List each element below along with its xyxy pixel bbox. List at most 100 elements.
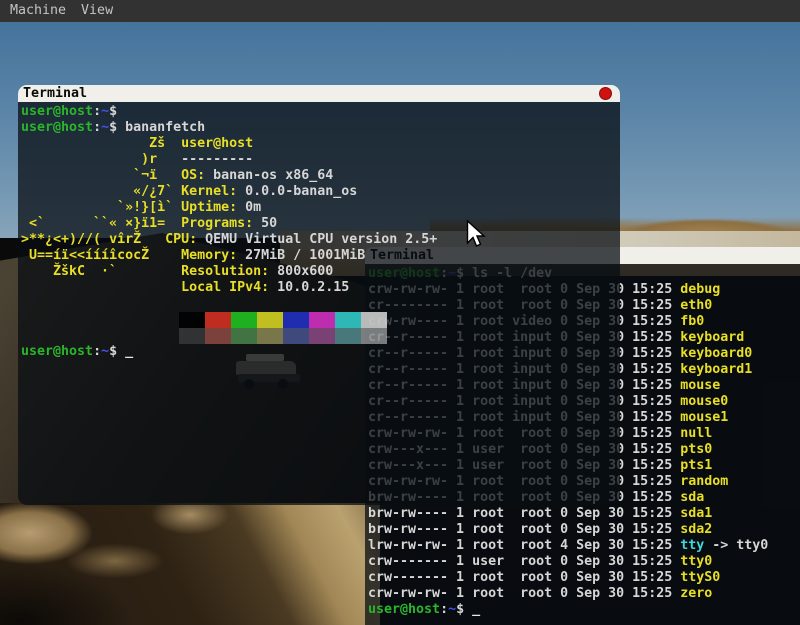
- terminal-text-segment: pts0: [680, 442, 712, 457]
- terminal-text-segment: sda: [680, 490, 704, 505]
- terminal-text-segment: :: [93, 120, 101, 135]
- terminal-line: `»!}[ì` Uptime: 0m: [21, 200, 620, 216]
- terminal-line: brw-rw---- 1 root root 0 Sep 30 15:25 sd…: [368, 522, 800, 538]
- terminal-text-segment: tty0: [680, 554, 712, 569]
- terminal-text-segment: ~: [101, 120, 109, 135]
- terminal-text-segment: Resolution:: [181, 264, 269, 279]
- terminal-text-segment: CPU:: [165, 232, 197, 247]
- terminal-text-segment: 50: [253, 216, 277, 231]
- terminal-line: user@host:~$ bananfetch: [21, 120, 620, 136]
- terminal-text-segment: ttyS0: [680, 570, 720, 585]
- text-cursor: _: [125, 344, 133, 359]
- terminal-line: [21, 296, 620, 312]
- terminal-text-segment: 800x600: [269, 264, 333, 279]
- terminal-line: lrw-rw-rw- 1 root root 4 Sep 30 15:25 tt…: [368, 538, 800, 554]
- palette-swatch: [283, 312, 309, 328]
- palette-swatch: [205, 328, 231, 344]
- terminal-text-segment: Zš user@host: [21, 136, 253, 151]
- terminal-window-1: Terminal user@host:~$user@host:~$ bananf…: [18, 85, 620, 505]
- menubar: Machine View: [0, 0, 800, 22]
- palette-swatch: [257, 312, 283, 328]
- palette-swatch: [231, 312, 257, 328]
- palette-swatch: [283, 328, 309, 344]
- menu-item-machine[interactable]: Machine: [10, 0, 66, 22]
- palette-swatch: [309, 312, 335, 328]
- palette-swatch: [231, 328, 257, 344]
- terminal-text-segment: debug: [680, 282, 720, 297]
- terminal-line: )r ---------: [21, 152, 620, 168]
- background-rocky-slope: [0, 503, 380, 625]
- palette-swatch: [179, 312, 205, 328]
- terminal-text-segment: brw-rw---- 1 root root 0 Sep 30 15:25: [368, 506, 680, 521]
- terminal-line: «/¿7` Kernel: 0.0.0-banan_os: [21, 184, 620, 200]
- terminal-content[interactable]: user@host:~$user@host:~$ bananfetch Zš u…: [18, 102, 620, 505]
- close-button[interactable]: [599, 87, 612, 100]
- terminal-text-segment: user@host: [21, 104, 93, 119]
- terminal-line: U==íï<<íííîcocŽ Memory: 27MiB / 1001MiB: [21, 248, 620, 264]
- terminal-text-segment: eth0: [680, 298, 712, 313]
- terminal-text-segment: Kernel:: [181, 184, 237, 199]
- terminal-text-segment: tty: [680, 538, 704, 553]
- terminal-text-segment: ---------: [157, 152, 253, 167]
- terminal-text-segment: `»!}[ì`: [21, 200, 181, 215]
- desktop: Machine View Terminal user@host:~$ ls -l…: [0, 0, 800, 625]
- terminal-text-segment: ~: [101, 104, 109, 119]
- terminal-text-segment: <` ``« ×}ï1=: [21, 216, 181, 231]
- terminal-text-segment: $: [109, 104, 117, 119]
- terminal-text-segment: mouse1: [680, 410, 728, 425]
- terminal-text-segment: Programs:: [181, 216, 253, 231]
- terminal-text-segment: QEMU Virtual CPU version 2.5+: [197, 232, 437, 247]
- terminal-text-segment: :: [93, 104, 101, 119]
- terminal-line: ŽškC ·` Resolution: 800x600: [21, 264, 620, 280]
- palette-swatch: [361, 312, 387, 328]
- terminal-line: <` ``« ×}ï1= Programs: 50: [21, 216, 620, 232]
- terminal-line: Zš user@host: [21, 136, 620, 152]
- terminal-text-segment: sda1: [680, 506, 712, 521]
- terminal-text-segment: ŽškC ·`: [21, 264, 181, 279]
- window-title: Terminal: [18, 85, 620, 102]
- terminal-text-segment: $: [456, 602, 472, 617]
- terminal-text-segment: $ bananfetch: [109, 120, 205, 135]
- terminal-text-segment: crw-rw-rw- 1 root root 0 Sep 30 15:25: [368, 586, 680, 601]
- terminal-text-segment: 27MiB / 1001MiB: [237, 248, 365, 263]
- terminal-line: Local IPv4: 10.0.2.15: [21, 280, 620, 296]
- terminal-line: brw-rw---- 1 root root 0 Sep 30 15:25 sd…: [368, 506, 800, 522]
- terminal-text-segment: OS:: [181, 168, 205, 183]
- terminal-text-segment: ~: [101, 344, 109, 359]
- terminal-text-segment: ~: [448, 602, 456, 617]
- palette-swatch: [257, 328, 283, 344]
- terminal-text-segment: zero: [680, 586, 712, 601]
- terminal-text-segment: Memory:: [181, 248, 237, 263]
- terminal-line: user@host:~$ _: [21, 344, 620, 360]
- terminal-text-segment: user@host: [368, 602, 440, 617]
- terminal-text-segment: `¬ï: [21, 168, 181, 183]
- terminal-text-segment: null: [680, 426, 712, 441]
- terminal-text-segment: crw------- 1 user root 0 Sep 30 15:25: [368, 554, 680, 569]
- terminal-text-segment: 0.0.0-banan_os: [237, 184, 357, 199]
- terminal-text-segment: [21, 280, 181, 295]
- terminal-text-segment: random: [680, 474, 728, 489]
- palette-swatch: [335, 328, 361, 344]
- palette-swatch: [205, 312, 231, 328]
- terminal-text-segment: mouse0: [680, 394, 728, 409]
- terminal-text-segment: Uptime:: [181, 200, 237, 215]
- terminal-line: user@host:~$ _: [368, 602, 800, 618]
- menu-item-view[interactable]: View: [81, 0, 113, 22]
- terminal-text-segment: brw-rw---- 1 root root 0 Sep 30 15:25: [368, 522, 680, 537]
- terminal-text-segment: U==íï<<íííîcocŽ: [21, 248, 181, 263]
- terminal-text-segment: crw------- 1 root root 0 Sep 30 15:25: [368, 570, 680, 585]
- window-titlebar[interactable]: Terminal: [18, 85, 620, 102]
- terminal-text-segment: sda2: [680, 522, 712, 537]
- palette-swatch: [335, 312, 361, 328]
- terminal-line: `¬ï OS: banan-os x86_64: [21, 168, 620, 184]
- terminal-text-segment: lrw-rw-rw- 1 root root 4 Sep 30 15:25: [368, 538, 680, 553]
- terminal-text-segment: user@host: [21, 120, 93, 135]
- terminal-text-segment: :: [440, 602, 448, 617]
- terminal-text-segment: -> tty0: [704, 538, 768, 553]
- terminal-text-segment: Local IPv4:: [181, 280, 269, 295]
- terminal-text-segment: $: [109, 344, 125, 359]
- terminal-text-segment: :: [93, 344, 101, 359]
- terminal-line: user@host:~$: [21, 104, 620, 120]
- terminal-line: [21, 328, 620, 344]
- terminal-line: [21, 312, 620, 328]
